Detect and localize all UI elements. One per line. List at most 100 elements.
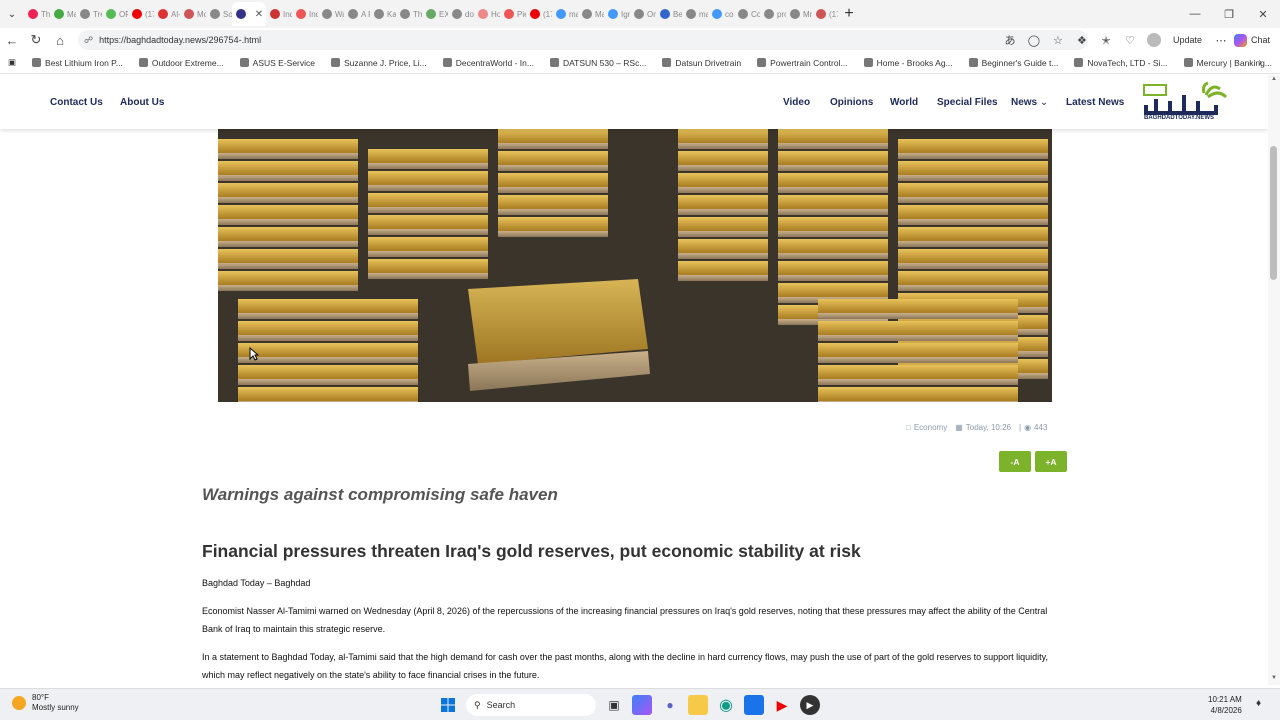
bookmark-item[interactable]: Best Lithium Iron P...	[24, 58, 131, 68]
scroll-up-arrow-icon[interactable]: ▲	[1268, 76, 1280, 86]
bookmark-item[interactable]: Datsun Drivetrain	[654, 58, 749, 68]
browser-tab[interactable]: Bes	[656, 2, 682, 26]
youtube-icon[interactable]: ▶	[772, 695, 792, 715]
browser-tab[interactable]: Al-K	[154, 2, 180, 26]
home-icon[interactable]: ⌂	[48, 28, 72, 52]
browser-tab[interactable]: Orp	[630, 2, 656, 26]
nav-world[interactable]: World	[890, 97, 918, 108]
address-bar[interactable]: ☍ https://baghdadtoday.news/296754-.html	[78, 30, 1088, 50]
gold-bar-stack	[898, 139, 1048, 153]
browser-tab[interactable]: pro	[760, 2, 786, 26]
restore-icon[interactable]: ❐	[1212, 0, 1246, 28]
file-explorer-icon[interactable]	[688, 695, 708, 715]
browser-tab[interactable]: (174	[128, 2, 154, 26]
browser-tab[interactable]: Tre	[76, 2, 102, 26]
close-window-icon[interactable]: ✕	[1246, 0, 1280, 28]
gold-bar-stack	[238, 299, 418, 313]
windows-start-icon[interactable]	[438, 695, 458, 715]
weather-widget[interactable]: 80°F Mostly sunny	[12, 693, 79, 713]
notification-bell-icon[interactable]: ♦	[1256, 698, 1261, 709]
edge-browser-icon[interactable]: ◉	[716, 695, 736, 715]
nav-latest-news[interactable]: Latest News	[1066, 97, 1124, 108]
nav-video[interactable]: Video	[783, 97, 810, 108]
category-tag[interactable]: □ Economy	[906, 423, 947, 432]
translate-icon[interactable]: あ	[999, 29, 1021, 51]
browser-tab[interactable]: A P	[344, 2, 370, 26]
bookmark-item[interactable]: Home - Brooks Ag...	[856, 58, 961, 68]
bookmark-item[interactable]: DecentraWorld - In...	[435, 58, 542, 68]
browser-tab[interactable]: Mo	[180, 2, 206, 26]
media-player-icon[interactable]: ▶	[800, 695, 820, 715]
browser-tab[interactable]: Mr.	[786, 2, 812, 26]
copilot-icon	[1233, 33, 1247, 47]
back-arrow-icon[interactable]: ←	[0, 28, 24, 52]
tab-actions-chevron-icon[interactable]: ⌄	[0, 0, 24, 28]
minimize-icon[interactable]: —	[1178, 0, 1212, 28]
font-increase-button[interactable]: +A	[1035, 451, 1067, 472]
browser-tab[interactable]: (17	[812, 2, 838, 26]
microsoft-store-icon[interactable]	[744, 695, 764, 715]
browser-tab[interactable]: Pier	[500, 2, 526, 26]
browser-tab[interactable]: Wa	[318, 2, 344, 26]
browser-tab[interactable]: Hor	[474, 2, 500, 26]
bookmark-item[interactable]: NovaTech, LTD - Si...	[1066, 58, 1175, 68]
copilot-taskbar-icon[interactable]	[632, 695, 652, 715]
browser-tab[interactable]: Kan	[370, 2, 396, 26]
system-clock[interactable]: 10:21 AM 4/8/2026	[1208, 694, 1242, 716]
browser-tab[interactable]: con	[708, 2, 734, 26]
browser-tab[interactable]: Ma	[578, 2, 604, 26]
refresh-icon[interactable]: ↻	[24, 28, 48, 52]
site-logo[interactable]: BAGHDADTODAY.NEWS	[1142, 81, 1232, 125]
browser-tab[interactable]: The	[396, 2, 422, 26]
nav-news[interactable]: News ⌄	[1011, 97, 1048, 108]
nav-special-files[interactable]: Special Files	[937, 97, 998, 108]
taskbar-search-box[interactable]: ⚲ Search	[466, 694, 596, 716]
favorites-icon[interactable]: ✭	[1095, 29, 1117, 51]
scroll-down-arrow-icon[interactable]: ▼	[1268, 675, 1280, 685]
bookmark-item[interactable]: Beginner's Guide t...	[961, 58, 1067, 68]
browser-tab[interactable]: ✕	[232, 2, 266, 26]
bookmarks-overflow-chevron-icon[interactable]: ›	[1259, 57, 1262, 68]
bookmark-item[interactable]: ASUS E-Service	[232, 58, 323, 68]
profile-avatar[interactable]	[1143, 29, 1165, 51]
font-decrease-button[interactable]: -A	[999, 451, 1031, 472]
site-info-lock-icon[interactable]: ☍	[84, 35, 93, 46]
teams-icon[interactable]: ●	[660, 695, 680, 715]
extensions-icon[interactable]: ❖	[1071, 29, 1093, 51]
more-options-icon[interactable]: ⋯	[1210, 29, 1232, 51]
bookmark-item[interactable]: Mercury | Banking...	[1176, 58, 1280, 68]
nav-about-us[interactable]: About Us	[120, 97, 164, 108]
browser-tab[interactable]: ma	[552, 2, 578, 26]
browser-tab[interactable]: Igni	[604, 2, 630, 26]
browser-tab[interactable]: Inde	[292, 2, 318, 26]
bookmark-item[interactable]: Powertrain Control...	[749, 58, 855, 68]
copilot-chat-button[interactable]: Chat	[1233, 33, 1280, 47]
bookmark-item[interactable]: DATSUN 530 – RSc...	[542, 58, 654, 68]
update-button[interactable]: Update	[1167, 35, 1208, 45]
tab-close-icon[interactable]: ✕	[252, 9, 266, 20]
reader-icon[interactable]: ◯	[1023, 29, 1045, 51]
browser-tab[interactable]: Sou	[206, 2, 232, 26]
bookmark-devices-icon[interactable]: ▣	[0, 57, 24, 68]
wooden-shelf	[368, 185, 488, 191]
browser-tab[interactable]: OFI	[102, 2, 128, 26]
nav-contact-us[interactable]: Contact Us	[50, 97, 103, 108]
browser-essentials-icon[interactable]: ♡	[1119, 29, 1141, 51]
gold-bar-stack	[498, 217, 608, 231]
favorite-star-icon[interactable]: ☆	[1047, 29, 1069, 51]
browser-tab[interactable]: EXC	[422, 2, 448, 26]
browser-tab[interactable]: Ma	[50, 2, 76, 26]
browser-tab[interactable]: mar	[682, 2, 708, 26]
article-paragraph: In a statement to Baghdad Today, al-Tami…	[202, 652, 1048, 680]
nav-opinions[interactable]: Opinions	[830, 97, 873, 108]
task-view-icon[interactable]: ▣	[604, 695, 624, 715]
browser-tab[interactable]: (170	[526, 2, 552, 26]
browser-tab[interactable]: Indi	[266, 2, 292, 26]
browser-tab[interactable]: The	[24, 2, 50, 26]
bookmark-item[interactable]: Outdoor Extreme...	[131, 58, 232, 68]
browser-tab[interactable]: dov	[448, 2, 474, 26]
scrollbar-thumb[interactable]	[1270, 146, 1277, 280]
browser-tab[interactable]: Cor	[734, 2, 760, 26]
new-tab-plus-icon[interactable]: +	[838, 5, 860, 23]
bookmark-item[interactable]: Suzanne J. Price, Li...	[323, 58, 435, 68]
